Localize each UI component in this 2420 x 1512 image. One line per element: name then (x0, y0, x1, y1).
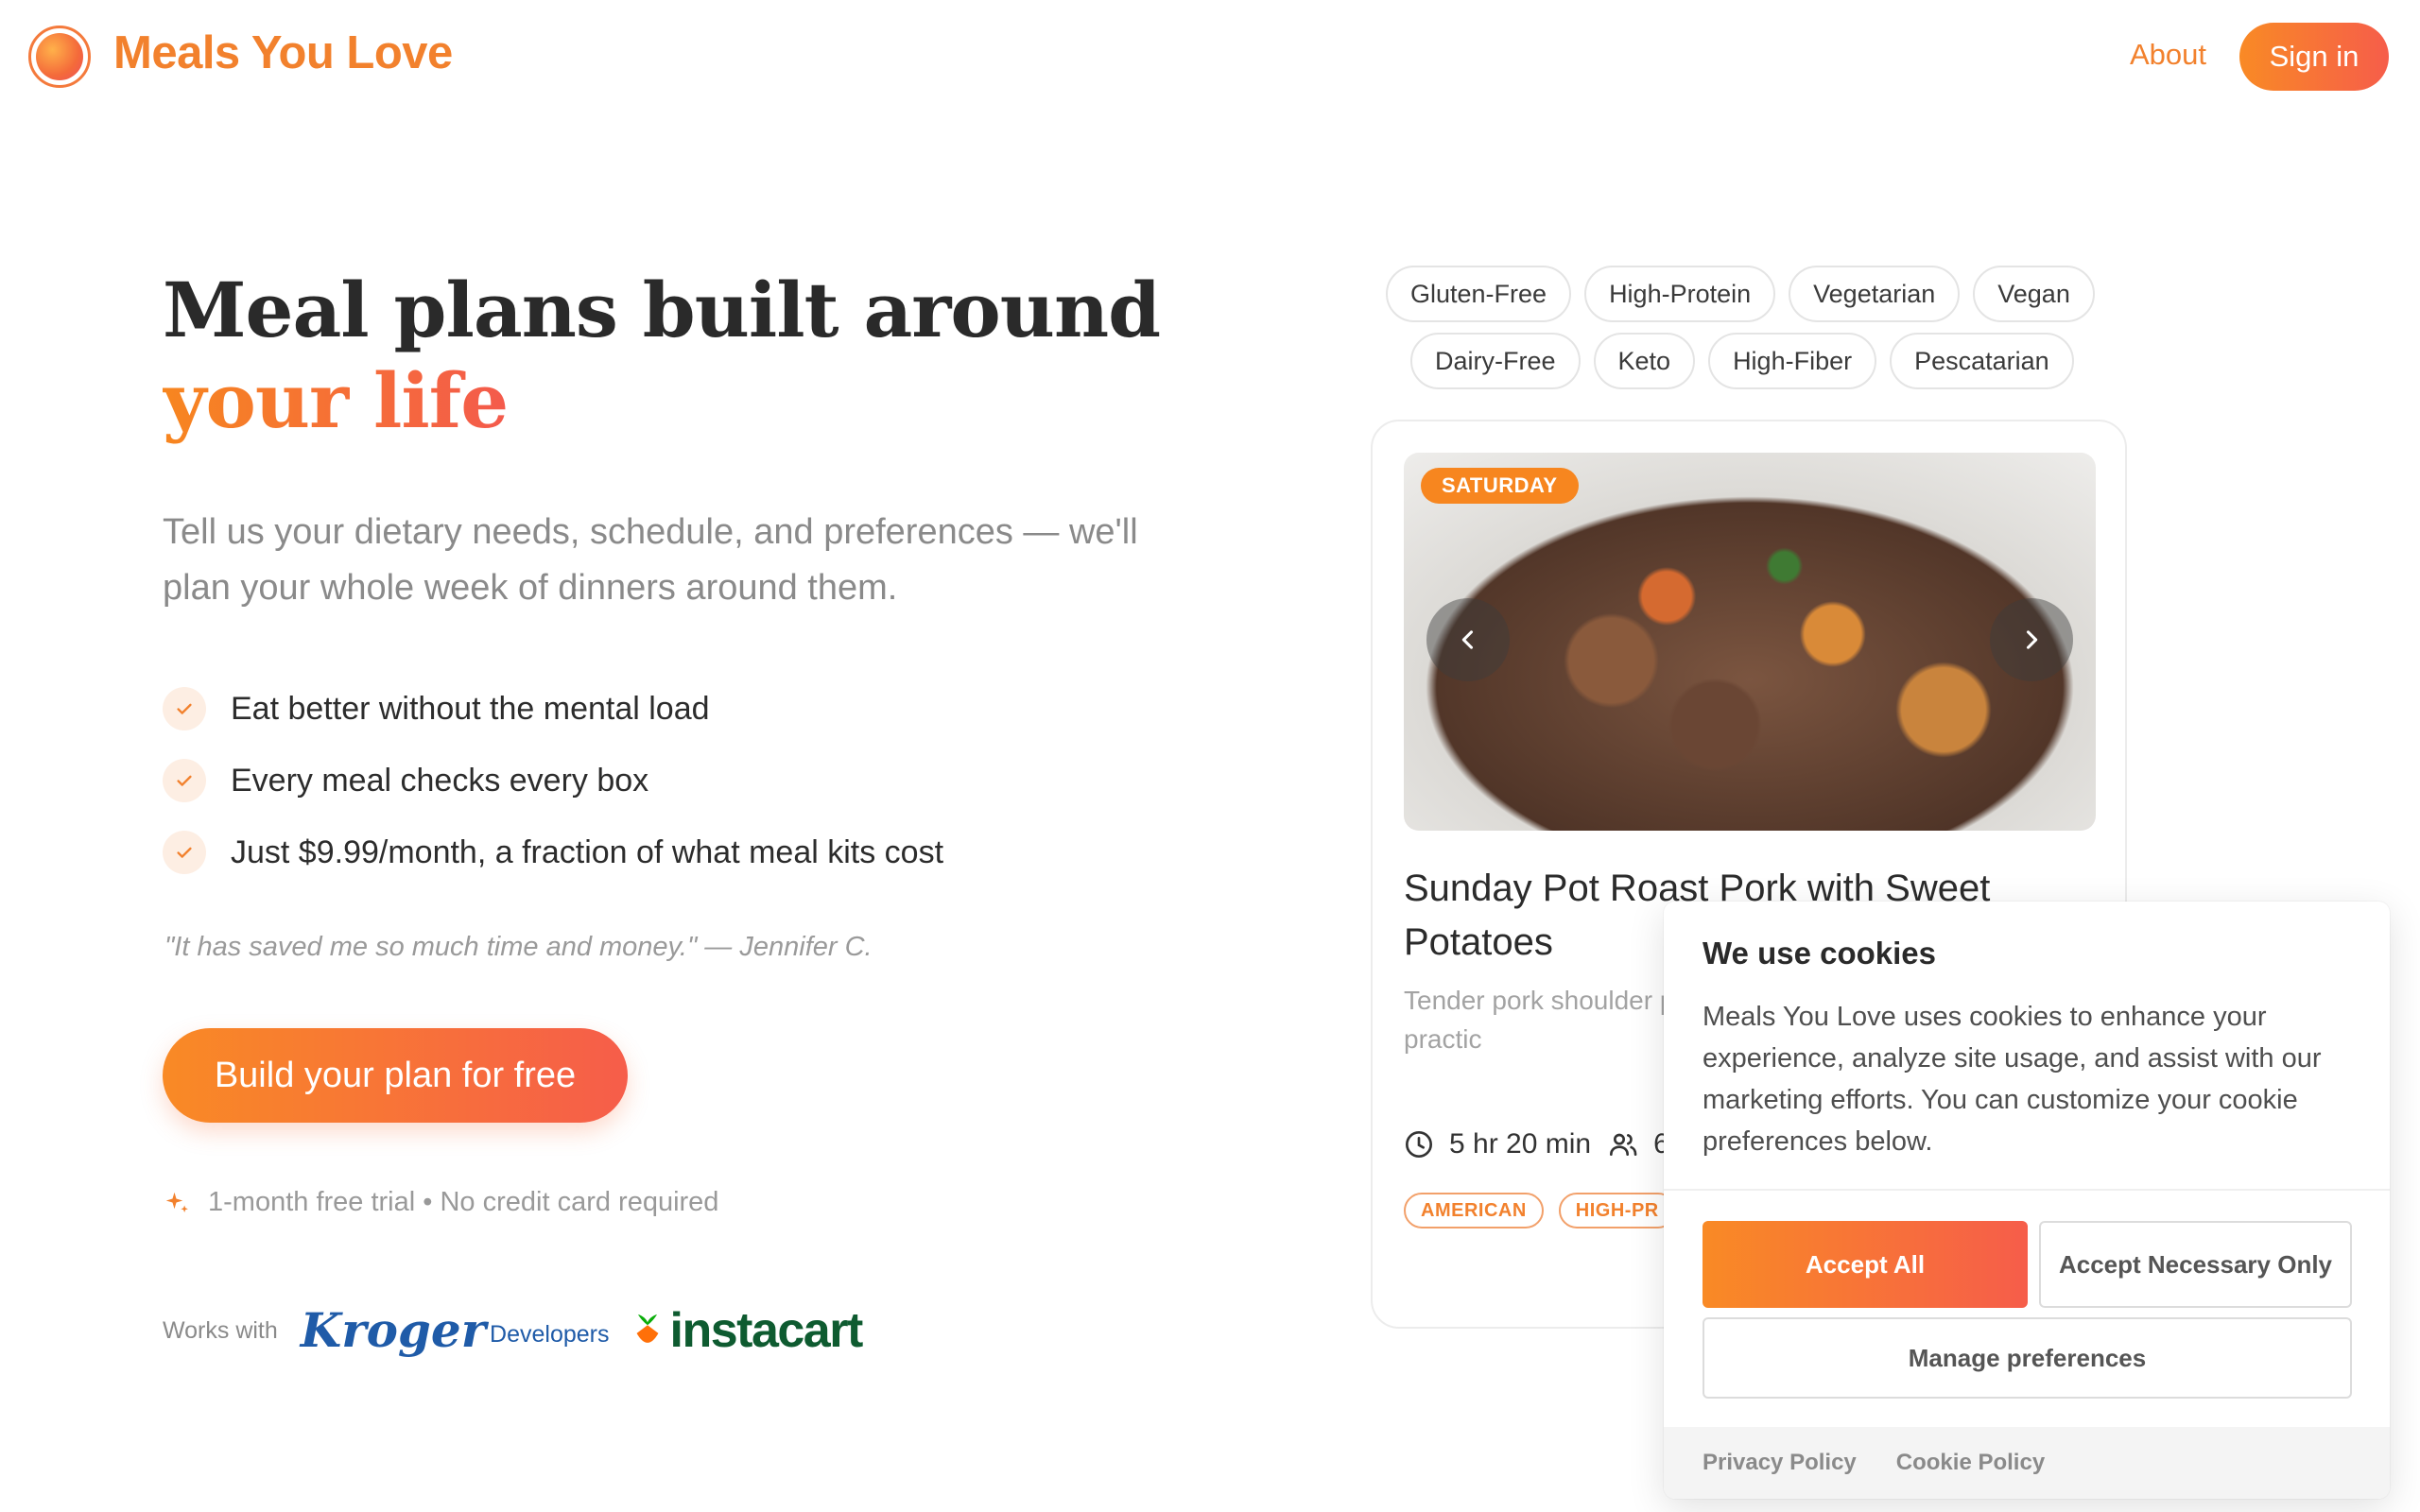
check-icon (163, 687, 206, 730)
benefit-text: Every meal checks every box (231, 762, 649, 799)
chevron-left-icon (1461, 630, 1474, 649)
benefit-item: Every meal checks every box (163, 745, 943, 816)
benefit-text: Just $9.99/month, a fraction of what mea… (231, 833, 944, 870)
diet-tag[interactable]: Gluten-Free (1386, 266, 1572, 322)
carousel-prev-button[interactable] (1426, 598, 1510, 681)
kroger-wordmark: Kroger (300, 1302, 487, 1358)
trial-note: 1-month free trial • No credit card requ… (163, 1187, 718, 1218)
cuisine-tag: AMERICAN (1404, 1193, 1544, 1228)
accept-necessary-button[interactable]: Accept Necessary Only (2039, 1221, 2352, 1308)
check-icon (163, 831, 206, 874)
clock-icon (1406, 1131, 1432, 1158)
benefit-list: Eat better without the mental load Every… (163, 673, 943, 888)
diet-tags-row-2: Dairy-Free Keto High-Fiber Pescatarian (1410, 333, 2074, 389)
site-header: Meals You Love About Sign in (0, 0, 2420, 112)
diet-tag[interactable]: Keto (1593, 333, 1696, 389)
cuisine-tags: AMERICAN HIGH-PR (1404, 1193, 1676, 1228)
accept-all-button[interactable]: Accept All (1703, 1221, 2028, 1308)
cookie-footer: Privacy Policy Cookie Policy (1664, 1427, 2390, 1499)
check-icon (163, 759, 206, 802)
carrot-icon (636, 1314, 658, 1343)
cookie-banner: We use cookies Meals You Love uses cooki… (1664, 902, 2390, 1499)
benefit-text: Eat better without the mental load (231, 690, 710, 727)
sparkle-icon (165, 1192, 188, 1212)
benefit-item: Eat better without the mental load (163, 673, 943, 745)
cook-time: 5 hr 20 min (1449, 1128, 1592, 1160)
hero-title-accent: your life (163, 356, 509, 445)
trial-text: 1-month free trial • No credit card requ… (208, 1187, 719, 1217)
diet-tag[interactable]: Pescatarian (1890, 333, 2074, 389)
kroger-developers-label: Developers (490, 1321, 610, 1348)
people-icon (1610, 1133, 1637, 1156)
hero-title: Meal plans built around your life (163, 265, 1202, 446)
diet-tag[interactable]: High-Protein (1584, 266, 1776, 322)
diet-tags-row-1: Gluten-Free High-Protein Vegetarian Vega… (1386, 266, 2095, 322)
chevron-right-icon (2026, 630, 2038, 649)
instacart-wordmark: instacart (669, 1303, 864, 1358)
benefit-item: Just $9.99/month, a fraction of what mea… (163, 816, 943, 888)
build-plan-button[interactable]: Build your plan for free (163, 1028, 628, 1123)
manage-preferences-button[interactable]: Manage preferences (1703, 1317, 2352, 1399)
privacy-policy-link[interactable]: Privacy Policy (1703, 1450, 1857, 1476)
diet-tag[interactable]: Vegan (1973, 266, 2095, 322)
cookie-divider (1664, 1189, 2390, 1191)
works-with-label: Works with (163, 1316, 278, 1344)
cookie-policy-link[interactable]: Cookie Policy (1896, 1450, 2045, 1476)
brand-name[interactable]: Meals You Love (113, 26, 453, 79)
cookie-body: Meals You Love uses cookies to enhance y… (1703, 1002, 2322, 1157)
cuisine-tag: HIGH-PR (1558, 1193, 1676, 1228)
diet-tag[interactable]: High-Fiber (1708, 333, 1877, 389)
meal-photo: SATURDAY (1404, 453, 2096, 831)
day-badge: SATURDAY (1421, 468, 1579, 504)
hero-subtitle: Tell us your dietary needs, schedule, an… (163, 512, 1138, 608)
kroger-logo: Kroger Developers (301, 1307, 610, 1354)
about-link[interactable]: About (2130, 38, 2206, 72)
instacart-logo: instacart (631, 1302, 864, 1359)
carousel-next-button[interactable] (1990, 598, 2073, 681)
sign-in-button[interactable]: Sign in (2239, 23, 2389, 91)
diet-tag[interactable]: Vegetarian (1789, 266, 1961, 322)
partners-row: Works with Kroger Developers instacart (163, 1302, 864, 1359)
testimonial-quote: "It has saved me so much time and money.… (164, 932, 873, 962)
cookie-title: We use cookies (1703, 936, 1937, 971)
logo-icon[interactable] (28, 26, 91, 88)
meal-meta: 5 hr 20 min 6 (1404, 1128, 1669, 1160)
hero-title-line1: Meal plans built around (163, 266, 1161, 354)
diet-tag[interactable]: Dairy-Free (1410, 333, 1581, 389)
